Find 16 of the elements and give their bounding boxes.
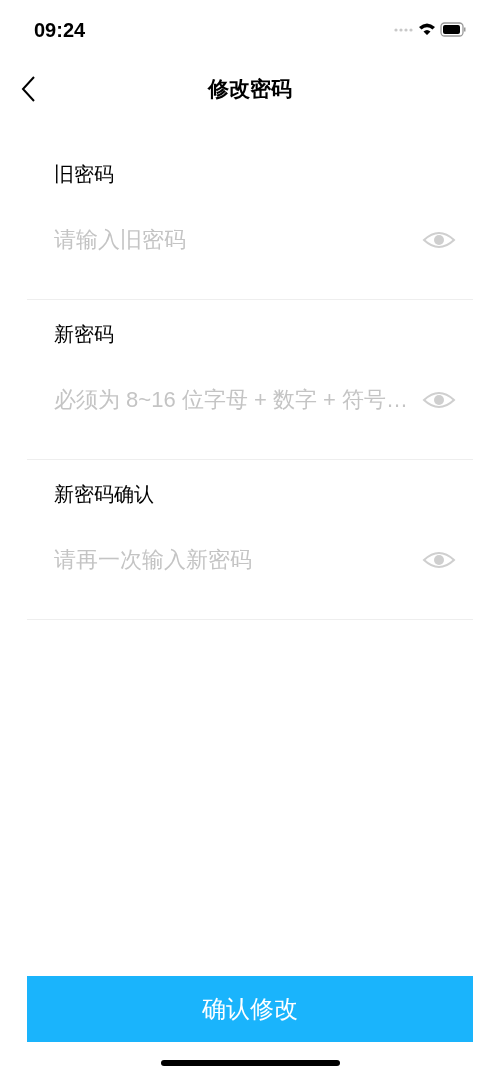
back-icon[interactable] [20, 75, 36, 103]
field-label: 新密码确认 [54, 482, 155, 507]
wifi-icon [419, 23, 435, 35]
page-title: 修改密码 [208, 76, 292, 103]
eye-icon[interactable] [422, 230, 456, 250]
password-field[interactable]: 请再一次输入新密码 [54, 542, 418, 578]
eye-icon[interactable] [422, 550, 456, 570]
field-label: 新密码 [54, 322, 115, 347]
password-field[interactable]: 必须为 8~16 位字母 + 数字 + 符号… [54, 382, 418, 418]
field-label: 旧密码 [54, 162, 115, 187]
battery-icon [440, 22, 466, 37]
signal-icon [394, 28, 413, 32]
eye-icon[interactable] [422, 390, 456, 410]
status-time: 09:24 [34, 18, 86, 43]
confirm-button[interactable]: 确认修改 [27, 976, 473, 1042]
password-field[interactable]: 请输入旧密码 [54, 222, 418, 258]
